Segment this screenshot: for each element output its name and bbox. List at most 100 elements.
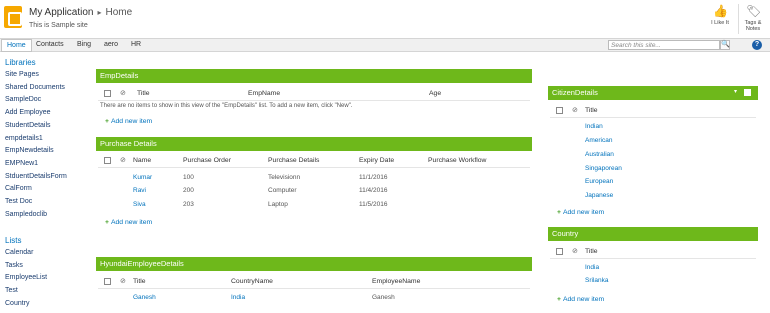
breadcrumb: My Application ▸ Home: [29, 7, 132, 18]
sidebar-item[interactable]: StduentDetailsForm: [5, 171, 90, 184]
tab-contacts[interactable]: Contacts: [31, 39, 69, 51]
add-new-item-label: Add new item: [562, 209, 605, 216]
ribbon-header: My Application ▸ Home This is Sample site …: [0, 0, 770, 38]
sidebar-item[interactable]: Site Pages: [5, 69, 90, 82]
plus-icon: +: [105, 118, 109, 125]
sidebar-item[interactable]: Country: [5, 298, 90, 311]
tab-bing[interactable]: Bing: [72, 39, 96, 51]
libraries-heading[interactable]: Libraries: [5, 58, 36, 67]
thumbs-up-icon: 👍: [713, 4, 728, 18]
select-all-checkbox[interactable]: [556, 107, 563, 114]
list-item[interactable]: European: [585, 178, 613, 185]
tab-aero[interactable]: aero: [99, 39, 123, 51]
sidebar-item[interactable]: Sampledoclib: [5, 209, 90, 222]
table-cell: 200: [183, 187, 194, 194]
column-header[interactable]: Name: [133, 157, 151, 164]
app-title-link[interactable]: My Application: [29, 7, 93, 18]
list-item[interactable]: Indian: [585, 123, 603, 130]
column-header[interactable]: Purchase Workflow: [428, 157, 486, 164]
column-header[interactable]: Title: [133, 278, 146, 285]
list-item[interactable]: India: [585, 264, 599, 271]
column-header[interactable]: EmpName: [248, 90, 280, 97]
tag-icon: 🏷: [746, 4, 762, 18]
site-logo-icon[interactable]: [4, 6, 22, 28]
add-new-item-link[interactable]: + Add new item: [557, 209, 604, 216]
column-header[interactable]: Purchase Details: [268, 157, 319, 164]
add-new-item-label: Add new item: [110, 118, 153, 125]
table-cell-name[interactable]: Kumar: [133, 174, 152, 181]
help-icon[interactable]: ?: [752, 40, 762, 50]
column-header[interactable]: Title: [585, 248, 598, 255]
search-icon[interactable]: 🔍: [720, 40, 730, 50]
list-item[interactable]: Singaporean: [585, 165, 622, 172]
lists-heading[interactable]: Lists: [5, 236, 21, 245]
select-all-checkbox[interactable]: [104, 278, 111, 285]
tab-hr[interactable]: HR: [126, 39, 146, 51]
empty-message: There are no items to show in this view …: [100, 103, 353, 109]
top-nav-bar: Home Contacts Bing aero HR Search this s…: [0, 38, 770, 52]
table-cell: Laptop: [268, 201, 288, 208]
table-cell-name[interactable]: Ganesh: [133, 294, 156, 301]
sidebar-item[interactable]: Test Doc: [5, 196, 90, 209]
sidebar-item[interactable]: EmpNewdetails: [5, 145, 90, 158]
select-all-checkbox[interactable]: [104, 90, 111, 97]
site-description: This is Sample site: [29, 22, 88, 29]
column-header[interactable]: CountryName: [231, 278, 273, 285]
sidebar-item[interactable]: StudentDetails: [5, 120, 90, 133]
menu-arrow-icon[interactable]: ▾: [734, 88, 737, 95]
add-new-item-link[interactable]: + Add new item: [105, 118, 152, 125]
plus-icon: +: [557, 209, 561, 216]
citizen-title[interactable]: CitizenDetails: [548, 86, 758, 100]
attachment-icon: ⊘: [120, 278, 126, 285]
tags-notes-button[interactable]: 🏷 Tags & Notes: [736, 4, 770, 38]
notes-label: Notes: [745, 26, 761, 32]
table-cell: 11/5/2016: [359, 201, 388, 208]
sidebar-item[interactable]: CalForm: [5, 183, 90, 196]
divider: [98, 288, 530, 289]
divider: [98, 167, 530, 168]
empdetails-title[interactable]: EmpDetails: [96, 69, 532, 83]
list-item[interactable]: Australian: [585, 151, 614, 158]
sidebar-item[interactable]: Calendar: [5, 247, 90, 260]
purchase-title[interactable]: Purchase Details: [96, 137, 532, 151]
attachment-icon: ⊘: [120, 90, 126, 97]
hyundai-title[interactable]: HyundaiEmployeeDetails: [96, 257, 532, 271]
plus-icon: +: [105, 219, 109, 226]
column-header[interactable]: Expiry Date: [359, 157, 394, 164]
i-like-it-button[interactable]: 👍 I Like It: [703, 4, 737, 38]
attachment-icon: ⊘: [572, 107, 578, 114]
table-cell: 203: [183, 201, 194, 208]
attachment-icon: ⊘: [572, 248, 578, 255]
column-header[interactable]: EmployeeName: [372, 278, 420, 285]
sidebar-item[interactable]: EMPNew1: [5, 158, 90, 171]
add-new-item-link[interactable]: + Add new item: [557, 296, 604, 303]
table-cell[interactable]: India: [231, 294, 245, 301]
sidebar-item[interactable]: Tasks: [5, 260, 90, 273]
sidebar-item[interactable]: EmployeeList: [5, 272, 90, 285]
divider: [98, 100, 530, 101]
table-cell: Ganesh: [372, 294, 395, 301]
sidebar-item[interactable]: SampleDoc: [5, 94, 90, 107]
tab-home[interactable]: Home: [1, 39, 32, 52]
column-header[interactable]: Purchase Order: [183, 157, 231, 164]
select-all-checkbox[interactable]: [104, 157, 111, 164]
table-cell-name[interactable]: Ravi: [133, 187, 146, 194]
sidebar-item[interactable]: Add Employee: [5, 107, 90, 120]
column-header[interactable]: Title: [137, 90, 150, 97]
search-input[interactable]: Search this site...: [608, 40, 720, 50]
add-new-item-link[interactable]: + Add new item: [105, 219, 152, 226]
table-cell-name[interactable]: Siva: [133, 201, 146, 208]
select-all-checkbox[interactable]: [556, 248, 563, 255]
list-item[interactable]: American: [585, 137, 612, 144]
sidebar-item[interactable]: Test: [5, 285, 90, 298]
sidebar-item[interactable]: empdetails1: [5, 133, 90, 146]
country-title[interactable]: Country: [548, 227, 758, 241]
webpart-checkbox[interactable]: [744, 89, 751, 96]
table-cell: 100: [183, 174, 194, 181]
column-header[interactable]: Title: [585, 107, 598, 114]
list-item[interactable]: Japanese: [585, 192, 613, 199]
list-item[interactable]: Srilanka: [585, 277, 608, 284]
sidebar-item[interactable]: Shared Documents: [5, 82, 90, 95]
divider: [550, 258, 756, 259]
column-header[interactable]: Age: [429, 90, 441, 97]
